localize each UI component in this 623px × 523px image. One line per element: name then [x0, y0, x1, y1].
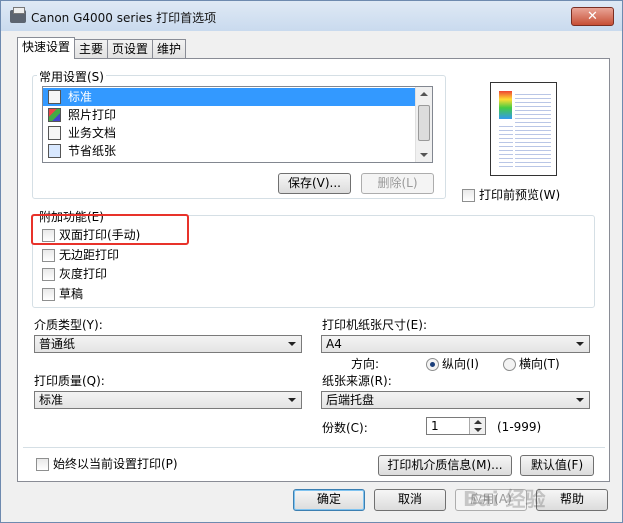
preview-image: [499, 91, 512, 119]
common-settings-legend: 常用设置(S): [37, 68, 106, 85]
list-item[interactable]: 业务文档: [43, 124, 416, 142]
print-quality-label: 打印质量(Q):: [34, 374, 105, 388]
list-item[interactable]: 节省纸张: [43, 142, 416, 160]
window-title: Canon G4000 series 打印首选项: [31, 11, 217, 25]
delete-button[interactable]: 删除(L): [361, 173, 434, 194]
checkbox-box[interactable]: [42, 268, 55, 281]
checkbox-label: 打印前预览(W): [479, 188, 561, 202]
paper-size-select[interactable]: A4: [321, 335, 590, 353]
checkbox-box[interactable]: [36, 458, 49, 471]
checkbox-label: 始终以当前设置打印(P): [53, 457, 178, 471]
list-item[interactable]: 标准: [43, 88, 416, 106]
paper-size-label: 打印机纸张尺寸(E):: [322, 318, 427, 332]
close-button[interactable]: ✕: [571, 7, 614, 26]
spinner-buttons[interactable]: [469, 418, 485, 434]
tab-bar: 快速设置 主要 页设置 维护: [17, 37, 187, 59]
checkbox-label: 草稿: [59, 287, 84, 301]
media-type-label: 介质类型(Y):: [34, 318, 103, 332]
defaults-button[interactable]: 默认值(F): [520, 455, 594, 476]
radio-dot[interactable]: [426, 358, 439, 371]
copies-value: 1: [431, 419, 439, 433]
paper-source-select[interactable]: 后端托盘: [321, 391, 590, 409]
print-quality-select[interactable]: 标准: [34, 391, 302, 409]
spin-down-icon[interactable]: [474, 428, 482, 432]
annotation-highlight: [31, 214, 189, 245]
radio-label: 纵向(I): [442, 357, 479, 371]
scroll-down-icon[interactable]: [420, 153, 428, 157]
tab-page-setup[interactable]: 页设置: [107, 39, 154, 59]
document-icon: [48, 90, 61, 104]
draft-checkbox[interactable]: 草稿: [42, 286, 83, 302]
tab-quick-setup[interactable]: 快速设置: [17, 37, 76, 59]
orientation-label: 方向:: [351, 357, 380, 371]
divider: [23, 447, 605, 448]
checkbox-label: 灰度打印: [59, 267, 108, 281]
preview-before-print-checkbox[interactable]: 打印前预览(W): [462, 187, 560, 203]
help-button[interactable]: 帮助: [536, 489, 608, 511]
checkbox-box[interactable]: [462, 189, 475, 202]
checkbox-box[interactable]: [42, 249, 55, 262]
chevron-down-icon: [576, 398, 584, 402]
tab-maintenance[interactable]: 维护: [152, 39, 187, 59]
common-settings-list[interactable]: 标准 照片打印 业务文档 节省纸张: [42, 86, 433, 163]
grayscale-checkbox[interactable]: 灰度打印: [42, 266, 107, 282]
list-item-label: 照片打印: [68, 108, 117, 122]
media-type-select[interactable]: 普通纸: [34, 335, 302, 353]
scroll-thumb[interactable]: [418, 105, 430, 141]
print-quality-value: 标准: [39, 393, 64, 407]
printer-icon: [10, 7, 26, 23]
page-preview: [490, 82, 557, 176]
copies-range: (1-999): [497, 420, 542, 434]
chevron-down-icon: [288, 398, 296, 402]
scroll-up-icon[interactable]: [420, 92, 428, 96]
landscape-radio[interactable]: 横向(T): [503, 356, 560, 372]
preview-text-lines: [499, 123, 513, 169]
checkbox-label: 无边距打印: [59, 248, 120, 262]
chevron-down-icon: [288, 342, 296, 346]
photo-icon: [48, 108, 61, 122]
paper-source-label: 纸张来源(R):: [322, 374, 392, 388]
cancel-button[interactable]: 取消: [374, 489, 446, 511]
ok-button[interactable]: 确定: [293, 489, 365, 511]
eco-icon: [48, 144, 61, 158]
paper-size-value: A4: [326, 337, 342, 351]
tab-main[interactable]: 主要: [74, 39, 109, 59]
list-scrollbar[interactable]: [415, 87, 432, 162]
spin-up-icon[interactable]: [474, 420, 482, 424]
checkbox-box[interactable]: [42, 288, 55, 301]
printer-preferences-window: Canon G4000 series 打印首选项 ✕ 快速设置 主要 页设置 维…: [0, 0, 623, 523]
list-item-label: 节省纸张: [68, 144, 117, 158]
watermark: Bai 经验: [463, 487, 546, 511]
save-button[interactable]: 保存(V)...: [278, 173, 351, 194]
copies-label: 份数(C):: [322, 421, 368, 435]
chevron-down-icon: [576, 342, 584, 346]
portrait-radio[interactable]: 纵向(I): [426, 356, 479, 372]
printer-media-info-button[interactable]: 打印机介质信息(M)...: [378, 455, 512, 476]
list-item-label: 标准: [68, 90, 93, 104]
radio-label: 横向(T): [519, 357, 560, 371]
paper-source-value: 后端托盘: [326, 393, 375, 407]
radio-dot[interactable]: [503, 358, 516, 371]
copies-spinner[interactable]: 1: [426, 417, 486, 435]
title-bar: Canon G4000 series 打印首选项 ✕: [1, 1, 622, 31]
list-item-label: 业务文档: [68, 126, 117, 140]
media-type-value: 普通纸: [39, 337, 76, 351]
preview-text-lines: [515, 91, 551, 169]
list-item[interactable]: 照片打印: [43, 106, 416, 124]
document-icon: [48, 126, 61, 140]
borderless-checkbox[interactable]: 无边距打印: [42, 247, 119, 263]
always-print-current-checkbox[interactable]: 始终以当前设置打印(P): [36, 456, 178, 472]
